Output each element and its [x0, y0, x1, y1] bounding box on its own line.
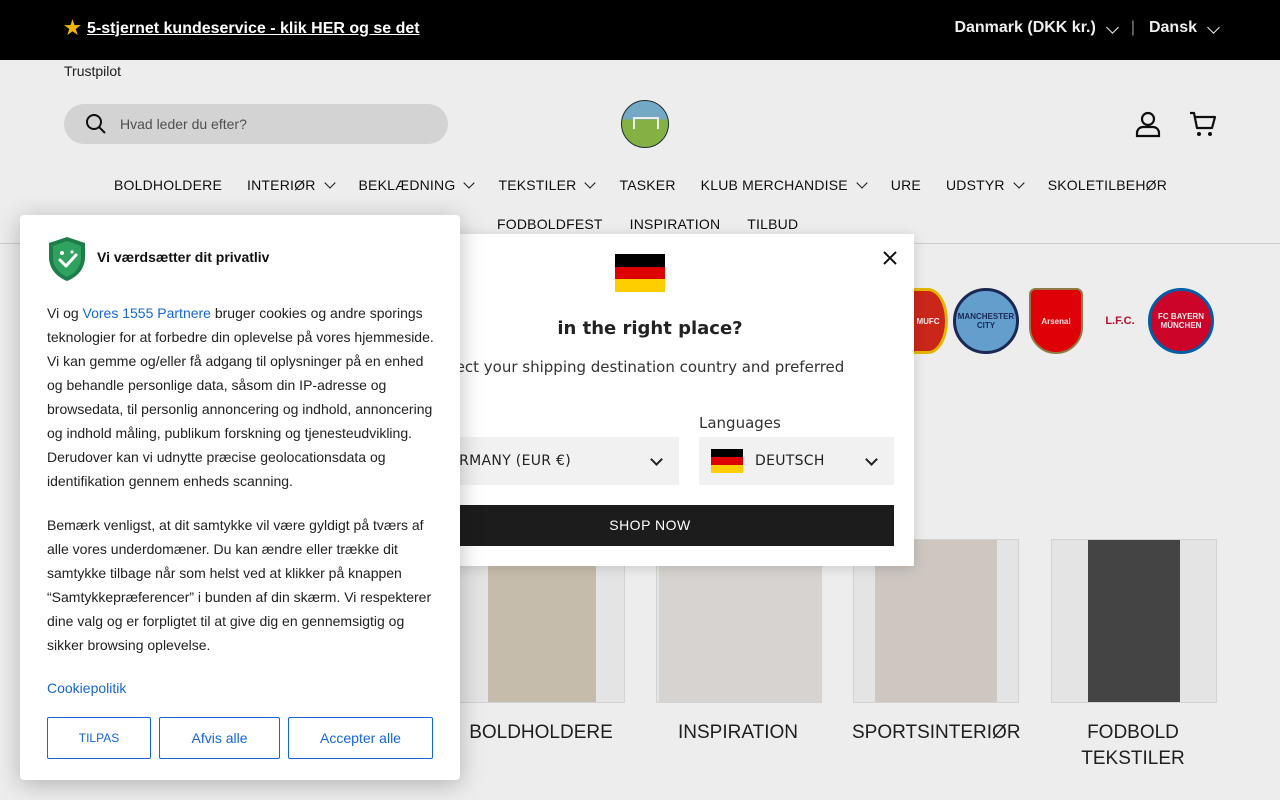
nav-item-inspiration[interactable]: INSPIRATION: [630, 216, 721, 232]
announcement-promo[interactable]: ★ 5-stjernet kundeservice - klik HER og …: [64, 19, 420, 38]
shield-check-icon: [49, 237, 85, 281]
cookie-policy-link[interactable]: Cookiepolitik: [47, 680, 126, 696]
language-select-value: DEUTSCH: [755, 453, 825, 469]
chevron-down-icon: [323, 177, 336, 189]
modal-heading: in the right place?: [557, 318, 743, 339]
trustpilot-widget[interactable]: Trustpilot: [64, 63, 121, 79]
country-selector[interactable]: Danmark (DKK kr.): [954, 19, 1119, 37]
nav-item-udstyr[interactable]: UDSTYR: [945, 177, 1025, 193]
nav-label: BEKLÆDNING: [358, 177, 456, 193]
country-select-value: ERMANY (EUR €): [450, 453, 572, 469]
product-image: [1088, 540, 1180, 702]
nav-item-fodboldfest[interactable]: FODBOLDFEST: [497, 216, 603, 232]
nav-label: TEKSTILER: [498, 177, 577, 193]
consent-paragraph-2: Bemærk venligst, at dit samtykke vil vær…: [47, 517, 432, 653]
germany-flag-icon: [615, 254, 665, 292]
chevron-down-icon: [584, 177, 597, 189]
nav-item-beklaedning[interactable]: BEKLÆDNING: [358, 177, 476, 193]
nav-label: KLUB MERCHANDISE: [700, 177, 848, 193]
search-input[interactable]: [120, 116, 420, 132]
chevron-down-icon: [1013, 177, 1025, 189]
nav-item-klub-merchandise[interactable]: KLUB MERCHANDISE: [700, 177, 868, 193]
divider: |: [1130, 19, 1135, 36]
nav-label: INSPIRATION: [629, 216, 721, 232]
nav-label: URE: [890, 177, 921, 193]
nav-item-tekstiler[interactable]: TEKSTILER: [498, 177, 597, 193]
chevron-down-icon: [1207, 21, 1220, 34]
locale-selectors: Danmark (DKK kr.) | Dansk: [954, 19, 1220, 37]
shop-now-button[interactable]: SHOP NOW: [406, 505, 894, 546]
nav-item-skoletilbehor[interactable]: SKOLETILBEHØR: [1048, 177, 1167, 193]
category-label[interactable]: BOLDHOLDERE: [458, 720, 624, 746]
consent-paragraph-1: Vi og Vores 1555 Partnere bruger cookies…: [47, 301, 437, 493]
consent-title: Vi værdsætter dit privatliv: [97, 249, 270, 265]
partners-link[interactable]: Vores 1555 Partnere: [83, 305, 211, 321]
chevron-down-icon: [1105, 21, 1119, 34]
nav-item-tilbud[interactable]: TILBUD: [747, 216, 798, 232]
country-selector-modal: in the right place? ect your shipping de…: [386, 234, 914, 566]
bayern-munchen-crest[interactable]: FC BAYERN MÜNCHEN: [1148, 288, 1214, 354]
announcement-bar: ★ 5-stjernet kundeservice - klik HER og …: [0, 0, 1280, 60]
chevron-down-icon: [650, 453, 663, 466]
nav-label: TASKER: [619, 177, 676, 193]
chevron-down-icon: [463, 177, 476, 189]
cart-icon[interactable]: [1187, 108, 1219, 140]
category-label[interactable]: SPORTSINTERIØR: [852, 720, 1021, 746]
chevron-down-icon: [865, 453, 878, 466]
category-label[interactable]: FODBOLD TEKSTILER: [1050, 720, 1216, 772]
star-icon: ★: [64, 18, 82, 39]
nav-item-tasker[interactable]: TASKER: [619, 177, 675, 193]
site-logo[interactable]: [621, 100, 669, 148]
accept-all-button[interactable]: Accepter alle: [288, 717, 433, 759]
language-selector[interactable]: Dansk: [1148, 19, 1220, 37]
germany-flag-icon: [711, 449, 743, 473]
consent-body: Vi og Vores 1555 Partnere bruger cookies…: [47, 301, 437, 677]
arsenal-crest[interactable]: Arsenal: [1029, 288, 1083, 354]
nav-label: UDSTYR: [945, 177, 1005, 193]
languages-label: Languages: [699, 414, 781, 432]
manchester-city-crest[interactable]: MANCHESTER CITY: [953, 288, 1019, 354]
consent-text: Vi og: [47, 305, 83, 321]
nav-item-interior[interactable]: INTERIØR: [247, 177, 336, 193]
category-card-fodbold-tekstiler[interactable]: [1051, 539, 1217, 703]
manchester-united-crest[interactable]: MUFC: [908, 288, 948, 354]
consent-text: bruger cookies og andre sporings teknolo…: [47, 305, 434, 489]
nav-label: BOLDHOLDERE: [114, 177, 223, 193]
nav-label: FODBOLDFEST: [497, 216, 603, 232]
language-select[interactable]: DEUTSCH: [699, 437, 894, 485]
chevron-down-icon: [856, 177, 868, 189]
customize-button[interactable]: TILPAS: [47, 717, 151, 759]
nav-label: TILBUD: [747, 216, 799, 232]
account-icon[interactable]: [1132, 108, 1164, 140]
goal-graphic: [633, 117, 659, 129]
search-icon: [86, 114, 106, 134]
announcement-link[interactable]: 5-stjernet kundeservice - klik HER og se…: [87, 20, 420, 38]
nav-item-boldholdere[interactable]: BOLDHOLDERE: [114, 177, 222, 193]
search-bar[interactable]: [64, 104, 448, 144]
language-selector-label: Dansk: [1148, 19, 1197, 36]
close-icon[interactable]: [882, 250, 898, 266]
reject-all-button[interactable]: Afvis alle: [159, 717, 280, 759]
nav-item-ure[interactable]: URE: [891, 177, 921, 193]
country-selector-label: Danmark (DKK kr.): [954, 19, 1096, 36]
cookie-consent-dialog: Vi værdsætter dit privatliv Vi og Vores …: [20, 215, 460, 780]
liverpool-crest[interactable]: L.F.C.: [1100, 288, 1140, 354]
nav-label: INTERIØR: [247, 177, 316, 193]
category-label[interactable]: INSPIRATION: [655, 720, 821, 746]
nav-label: SKOLETILBEHØR: [1047, 177, 1168, 193]
modal-description: ect your shipping destination country an…: [455, 358, 845, 376]
